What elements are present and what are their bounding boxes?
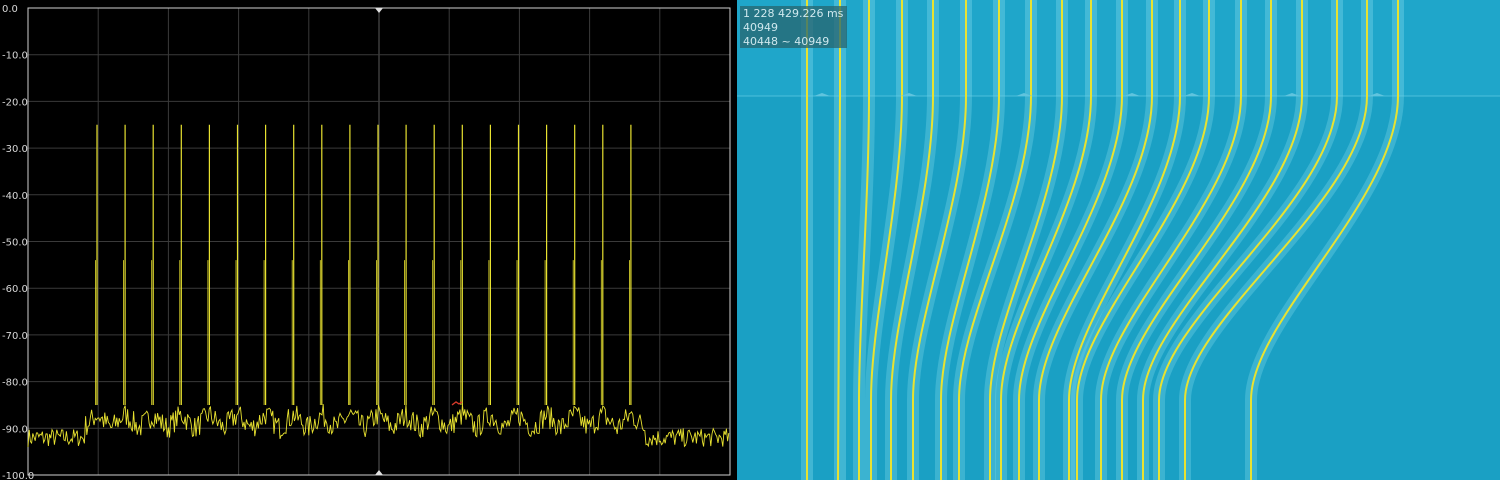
analyzer-window: 0.0 -10.0 -20.0 -30.0 -40.0 -50.0 -60.0 -70.0 -8…	[0, 0, 1500, 480]
top-marker-icon	[375, 8, 383, 13]
y-tick-label: -20.0	[2, 97, 28, 108]
y-tick-label: -60.0	[2, 284, 28, 295]
spectrum-plot[interactable]: 0.0 -10.0 -20.0 -30.0 -40.0 -50.0 -60.0 -70.0 -8…	[0, 0, 733, 480]
y-tick-label: -30.0	[2, 144, 28, 155]
y-tick-label: -50.0	[2, 238, 28, 249]
y-tick-label: -70.0	[2, 331, 28, 342]
y-tick-label: -90.0	[2, 424, 28, 435]
y-tick-label: -40.0	[2, 191, 28, 202]
cursor-time: 1 228 429.226 ms	[743, 7, 844, 20]
waterfall-chart[interactable]	[737, 0, 1500, 480]
cursor-line: 40949	[743, 21, 778, 34]
spectrum-chart[interactable]: 0.0 -10.0 -20.0 -30.0 -40.0 -50.0 -60.0 -70.0 -8…	[0, 0, 733, 480]
waterfall-plot[interactable]	[737, 0, 1500, 480]
y-tick-label: -10.0	[2, 51, 28, 62]
cursor-range: 40448 ~ 40949	[743, 35, 830, 48]
spectrum-trace	[27, 404, 730, 448]
cursor-info-box: 1 228 429.226 ms 40949 40448 ~ 40949	[740, 6, 847, 48]
y-tick-label: 0.0	[2, 4, 18, 15]
y-tick-label: -80.0	[2, 378, 28, 389]
bottom-marker-icon	[375, 470, 383, 475]
